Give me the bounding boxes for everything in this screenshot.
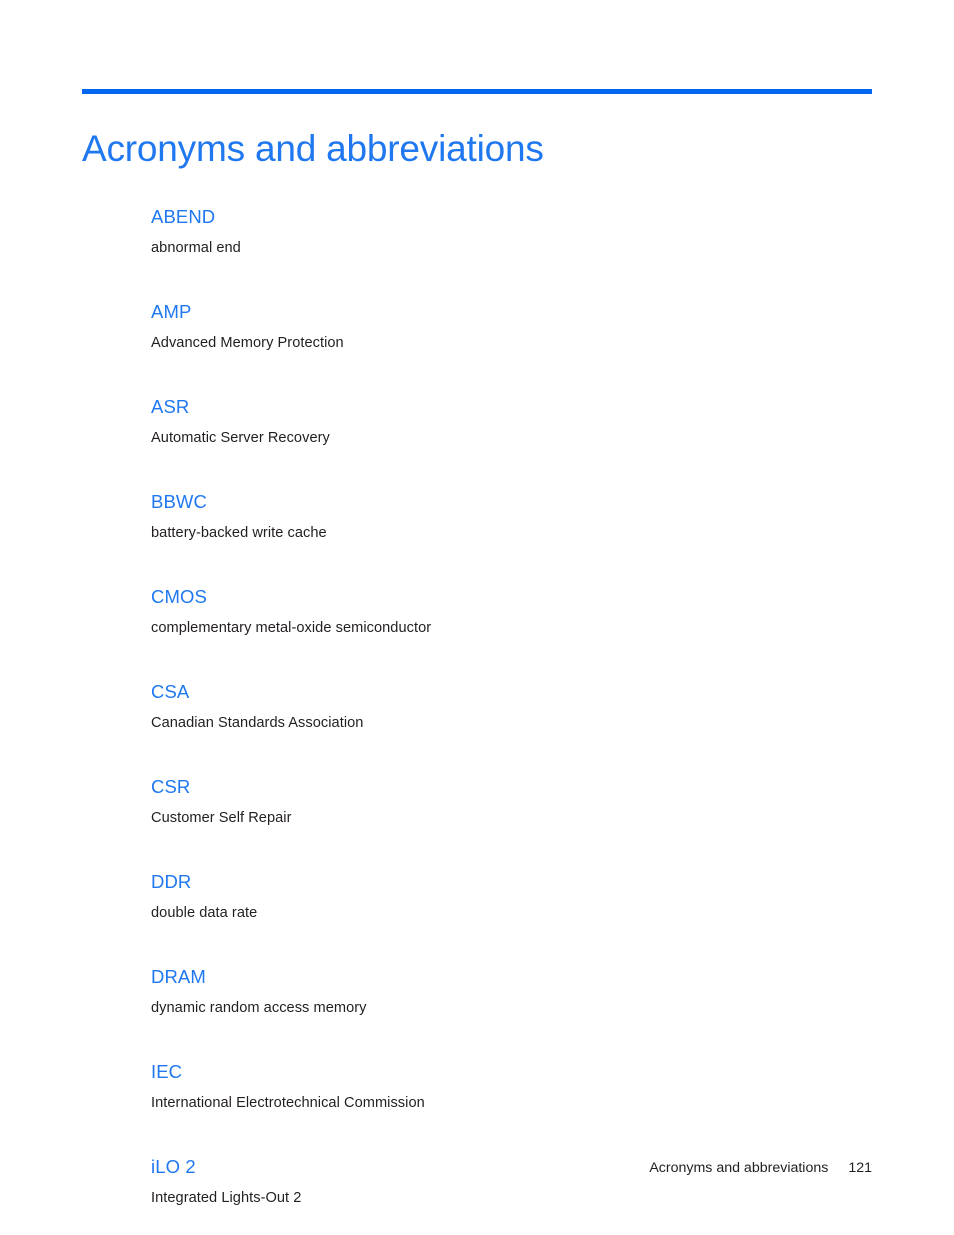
glossary-entry: DRAM dynamic random access memory	[151, 966, 851, 1018]
glossary-list: ABEND abnormal end AMP Advanced Memory Prot…	[151, 206, 851, 1235]
glossary-term: IEC	[151, 1061, 183, 1082]
glossary-definition: complementary metal-oxide semiconductor	[151, 620, 432, 636]
glossary-term: AMP	[151, 301, 192, 322]
glossary-entry: DDR double data rate	[151, 871, 851, 923]
glossary-definition: double data rate	[151, 905, 258, 921]
glossary-term: BBWC	[151, 491, 207, 512]
glossary-term: DRAM	[151, 966, 206, 987]
glossary-term: DDR	[151, 871, 192, 892]
glossary-definition: abnormal end	[151, 240, 241, 256]
glossary-definition: dynamic random access memory	[151, 1000, 367, 1016]
glossary-term: CMOS	[151, 586, 207, 607]
glossary-definition: Automatic Server Recovery	[151, 430, 330, 446]
footer-section-label: Acronyms and abbreviations	[649, 1160, 829, 1176]
glossary-entry: CMOS complementary metal-oxide semiconduc…	[151, 586, 851, 638]
glossary-definition: Integrated Lights-Out 2	[151, 1190, 302, 1206]
glossary-entry: BBWC battery-backed write cache	[151, 491, 851, 543]
glossary-term: ASR	[151, 396, 190, 417]
glossary-term: ABEND	[151, 206, 216, 227]
glossary-term: CSR	[151, 776, 191, 797]
glossary-definition: Advanced Memory Protection	[151, 335, 344, 351]
glossary-term: CSA	[151, 681, 190, 702]
glossary-entry: IEC International Electrotechnical Commis…	[151, 1061, 851, 1113]
page-footer: Acronyms and abbreviations 121	[82, 1158, 872, 1178]
glossary-entry: AMP Advanced Memory Protection	[151, 301, 851, 353]
document-page: Acronyms and abbreviations ABEND abnormal…	[0, 0, 954, 1235]
glossary-definition: Canadian Standards Association	[151, 715, 364, 731]
title-rule	[82, 89, 872, 94]
page-title: Acronyms and abbreviations	[82, 127, 544, 169]
glossary-entry: ABEND abnormal end	[151, 206, 851, 258]
glossary-entry: CSA Canadian Standards Association	[151, 681, 851, 733]
glossary-entry: CSR Customer Self Repair	[151, 776, 851, 828]
glossary-definition: International Electrotechnical Commissio…	[151, 1095, 425, 1111]
glossary-definition: battery-backed write cache	[151, 525, 327, 541]
glossary-entry: ASR Automatic Server Recovery	[151, 396, 851, 448]
footer-page-number: 121	[848, 1160, 872, 1176]
glossary-definition: Customer Self Repair	[151, 810, 292, 826]
